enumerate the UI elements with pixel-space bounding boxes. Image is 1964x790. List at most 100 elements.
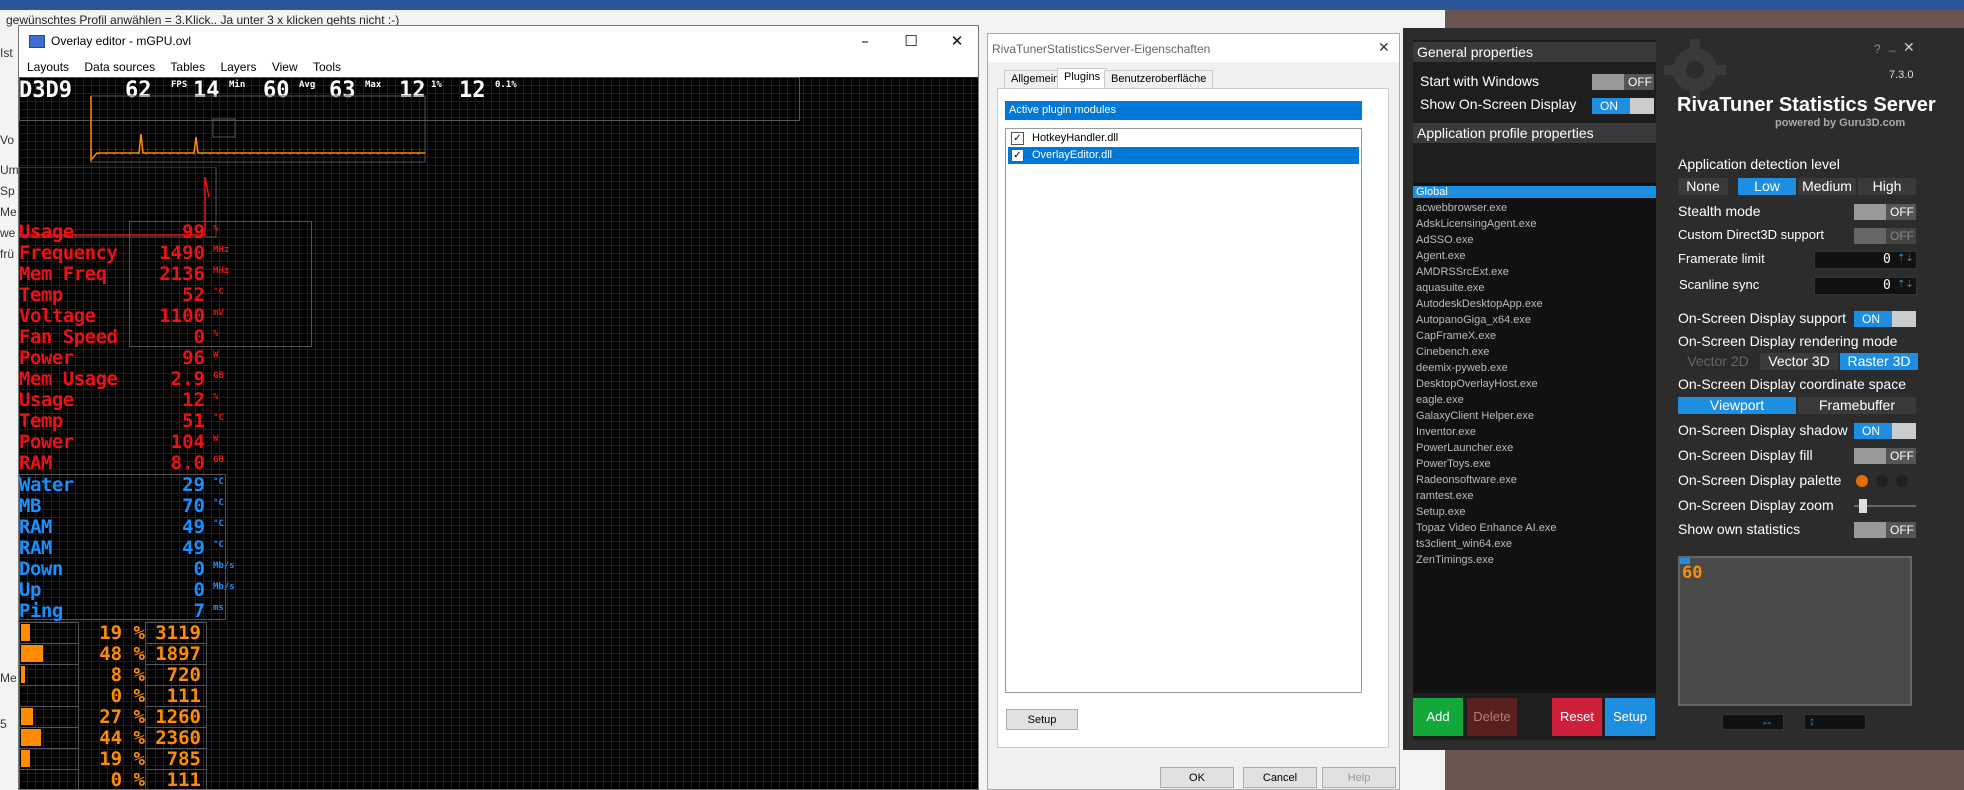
dialog-close-icon[interactable]: ✕ [1378, 40, 1390, 56]
profile-item[interactable]: Setup.exe [1416, 506, 1466, 518]
spin-arrows-icon[interactable]: ⇡⇣ [1897, 253, 1914, 264]
spin-arrows-icon[interactable]: ⇡⇣ [1897, 279, 1914, 290]
plugins-list[interactable]: ✓ HotkeyHandler.dll ✓ OverlayEditor.dll [1005, 128, 1362, 693]
palette-color-swatch[interactable] [1856, 475, 1868, 487]
overlay-editor-titlebar[interactable]: Overlay editor - mGPU.ovl – ☐ ✕ [19, 26, 978, 56]
menu-tools[interactable]: Tools [313, 60, 341, 74]
menu-layers[interactable]: Layers [220, 60, 256, 74]
toggle-knob [1892, 311, 1916, 327]
stealth-toggle[interactable]: OFF [1854, 204, 1916, 220]
toggle-state: ON [1862, 424, 1880, 438]
profile-item[interactable]: AutopanoGiga_x64.exe [1416, 314, 1531, 326]
profile-item[interactable]: AMDRSSrcExt.exe [1416, 266, 1509, 278]
profile-item[interactable]: Cinebench.exe [1416, 346, 1489, 358]
custom-d3d-toggle[interactable]: OFF [1854, 228, 1916, 244]
menu-layouts[interactable]: Layouts [27, 60, 69, 74]
render-raster-3d[interactable]: Raster 3D [1840, 353, 1918, 370]
help-button[interactable]: Help [1322, 767, 1396, 788]
profile-item[interactable]: CapFrameX.exe [1416, 330, 1496, 342]
help-icon[interactable]: ? [1874, 42, 1881, 56]
menu-view[interactable]: View [272, 60, 298, 74]
tab-benutzeroberflaeche[interactable]: Benutzeroberfläche [1104, 70, 1214, 88]
profile-item[interactable]: Radeonsoftware.exe [1416, 474, 1517, 486]
osd-support-toggle[interactable]: ON [1854, 311, 1916, 327]
render-vector-2d[interactable]: Vector 2D [1678, 353, 1758, 370]
menu-data-sources[interactable]: Data sources [84, 60, 155, 74]
palette-color-swatch[interactable] [1896, 475, 1908, 487]
start-with-windows-toggle[interactable]: OFF [1592, 74, 1654, 90]
general-properties-header: General properties [1413, 42, 1656, 62]
stat-label: Water [19, 474, 74, 496]
osd-preview[interactable]: 60 [1678, 556, 1912, 706]
add-button[interactable]: Add [1413, 698, 1463, 736]
osd-fill-toggle[interactable]: OFF [1854, 448, 1916, 464]
profile-list[interactable]: Global acwebbrowser.exe AdskLicensingAgent… [1413, 183, 1656, 693]
core-bar-fill [21, 624, 30, 641]
checkbox-checked-icon[interactable]: ✓ [1011, 149, 1024, 162]
menu-tables[interactable]: Tables [170, 60, 205, 74]
cancel-button[interactable]: Cancel [1243, 767, 1317, 788]
profile-item[interactable]: Inventor.exe [1416, 426, 1476, 438]
plugin-item[interactable]: ✓ HotkeyHandler.dll [1008, 130, 1359, 147]
checkbox-checked-icon[interactable]: ✓ [1011, 132, 1024, 145]
minimize-icon[interactable]: _ [1889, 38, 1896, 52]
profile-item[interactable]: AdskLicensingAgent.exe [1416, 218, 1536, 230]
maximize-icon[interactable]: ☐ [901, 32, 921, 50]
profile-item[interactable]: GalaxyClient Helper.exe [1416, 410, 1534, 422]
stat-value: 0 [193, 558, 205, 580]
osd-zoom-track[interactable] [1854, 499, 1916, 513]
profile-item[interactable]: ts3client_win64.exe [1416, 538, 1512, 550]
profile-item[interactable]: DesktopOverlayHost.exe [1416, 378, 1538, 390]
side-fragment: we [0, 226, 16, 240]
detection-medium[interactable]: Medium [1798, 178, 1856, 195]
plugin-setup-button[interactable]: Setup [1006, 709, 1078, 730]
dialog-titlebar[interactable]: RivaTunerStatisticsServer-Eigenschaften … [988, 34, 1399, 62]
show-osd-toggle[interactable]: ON [1592, 98, 1654, 114]
stat-unit: °C [213, 519, 224, 529]
profile-item[interactable]: Agent.exe [1416, 250, 1466, 262]
overlay-editor-menubar: Layouts Data sources Tables Layers View … [19, 56, 978, 78]
ok-button[interactable]: OK [1160, 767, 1234, 788]
overlay-canvas[interactable]: D3D9 62 FPS 14 Min 60 Avg 63 Max 12 1% 12 0.1% Usag… [19, 77, 978, 789]
osd-shadow-toggle[interactable]: ON [1854, 423, 1916, 439]
coord-viewport[interactable]: Viewport [1678, 397, 1796, 414]
own-stats-toggle[interactable]: OFF [1854, 522, 1916, 538]
tab-plugins[interactable]: Plugins [1057, 68, 1108, 89]
detection-high[interactable]: High [1858, 178, 1916, 195]
coord-framebuffer[interactable]: Framebuffer [1798, 397, 1916, 414]
plugin-item-selected[interactable]: ✓ OverlayEditor.dll [1008, 147, 1359, 164]
render-vector-3d[interactable]: Vector 3D [1760, 353, 1838, 370]
delete-button[interactable]: Delete [1467, 698, 1517, 736]
side-fragment: Vo [0, 133, 15, 147]
minimize-icon[interactable]: – [855, 32, 875, 50]
close-icon[interactable]: ✕ [947, 32, 967, 50]
profile-item[interactable]: Topaz Video Enhance AI.exe [1416, 522, 1556, 534]
detection-level-label: Application detection level [1678, 156, 1840, 172]
profile-item[interactable]: acwebbrowser.exe [1416, 202, 1507, 214]
scanline-sync-field[interactable]: 0 ⇡⇣ [1814, 277, 1917, 295]
profile-item[interactable]: PowerToys.exe [1416, 458, 1491, 470]
detection-low[interactable]: Low [1738, 178, 1796, 195]
reset-button[interactable]: Reset [1552, 698, 1602, 736]
osd-zoom-thumb[interactable] [1859, 499, 1867, 513]
setup-button[interactable]: Setup [1605, 698, 1655, 736]
profile-item[interactable]: AdSSO.exe [1416, 234, 1473, 246]
arrows-ud-icon[interactable]: ↕ [1809, 714, 1815, 728]
profile-item[interactable]: AutodeskDesktopApp.exe [1416, 298, 1543, 310]
detection-none[interactable]: None [1678, 178, 1728, 195]
profile-item-selected[interactable]: Global [1413, 186, 1656, 198]
profile-item[interactable]: deemix-pyweb.exe [1416, 362, 1508, 374]
profile-item[interactable]: PowerLauncher.exe [1416, 442, 1513, 454]
profile-item[interactable]: eagle.exe [1416, 394, 1464, 406]
render-mode-label: On-Screen Display rendering mode [1678, 333, 1898, 349]
palette-color-swatch[interactable] [1876, 475, 1888, 487]
profile-item[interactable]: ramtest.exe [1416, 490, 1473, 502]
framerate-limit-field[interactable]: 0 ⇡⇣ [1814, 251, 1917, 269]
close-icon[interactable]: ✕ [1903, 40, 1915, 56]
pos-x-field[interactable]: ↔ [1722, 714, 1784, 730]
profile-item[interactable]: ZenTimings.exe [1416, 554, 1494, 566]
arrows-lr-icon[interactable]: ↔ [1761, 714, 1773, 728]
profile-item[interactable]: aquasuite.exe [1416, 282, 1485, 294]
app-icon [29, 35, 45, 48]
pos-y-field[interactable]: ↕ [1804, 714, 1866, 730]
